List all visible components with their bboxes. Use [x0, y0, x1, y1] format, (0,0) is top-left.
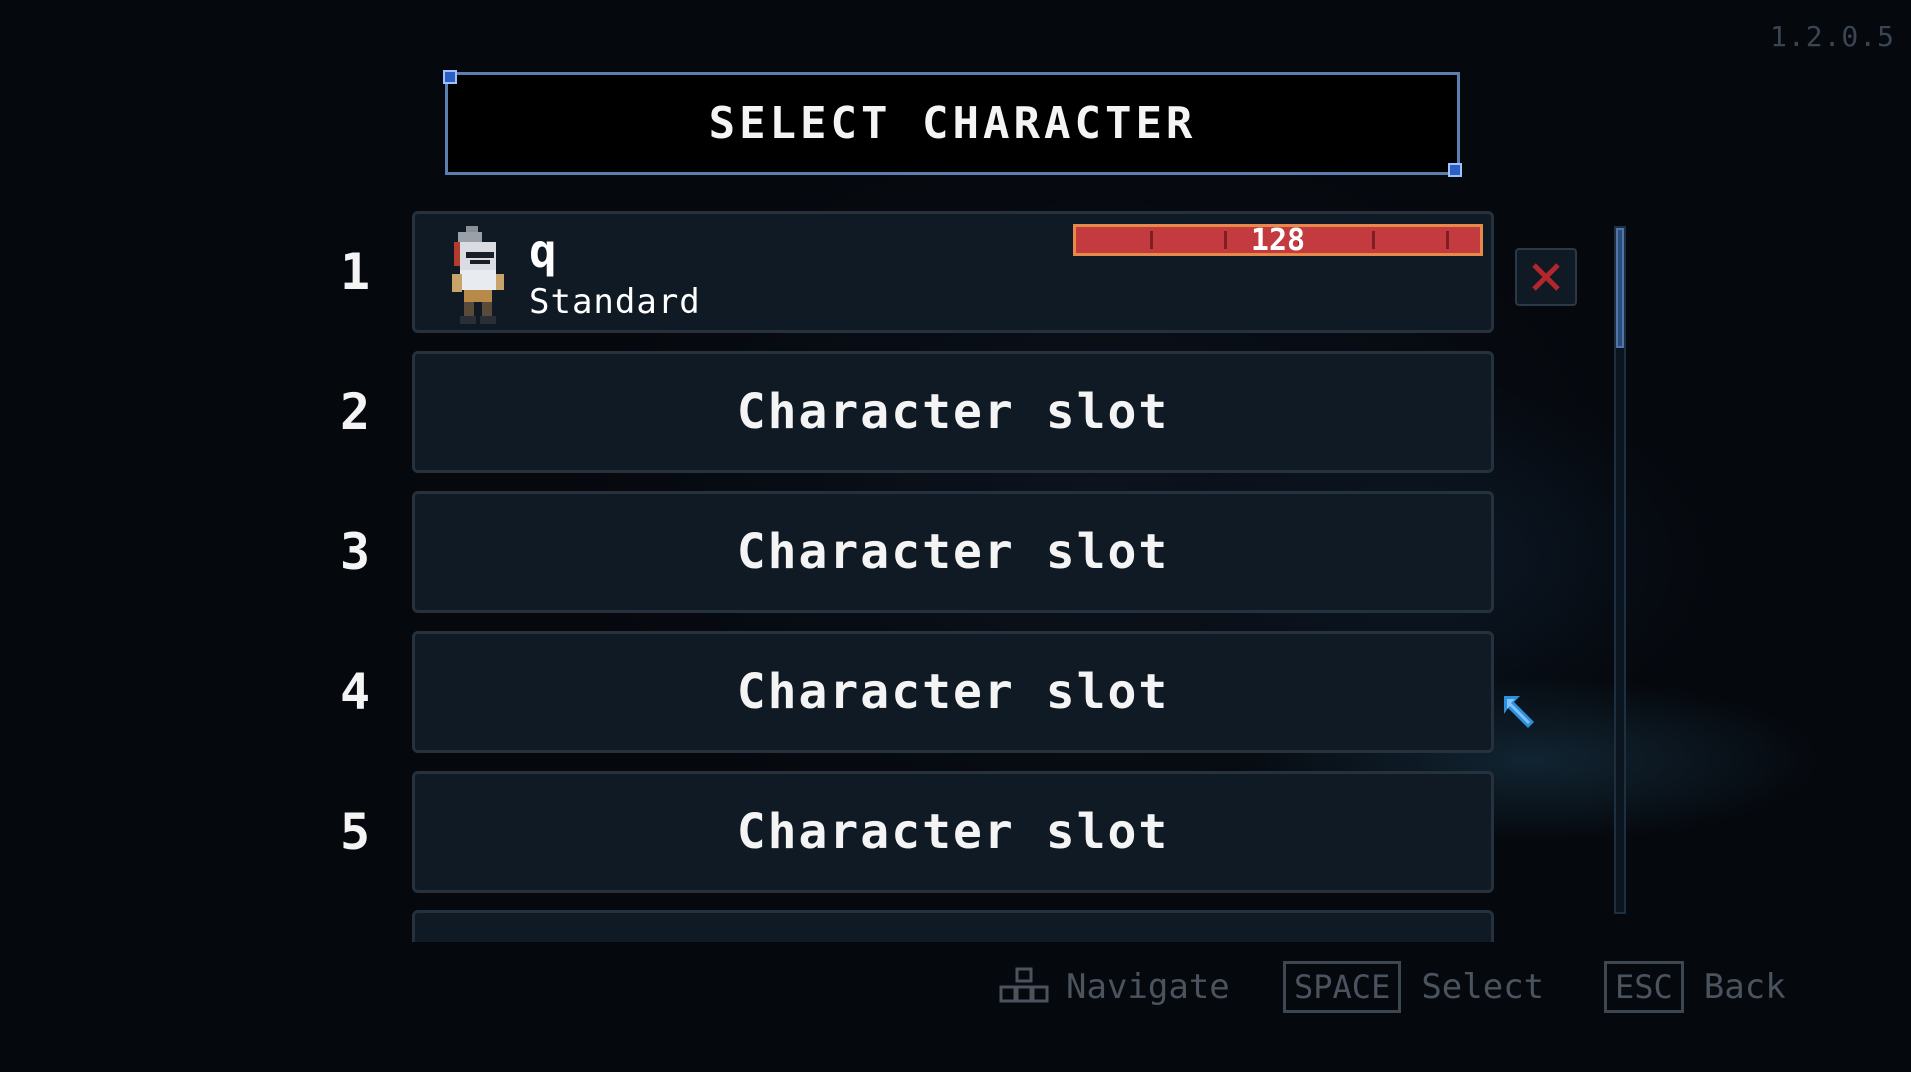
back-label: Back [1703, 967, 1786, 1007]
slot-number-3: 3 [339, 523, 371, 581]
character-slot-3[interactable]: Character slot [412, 491, 1494, 613]
version-label: 1.2.0.5 [1770, 20, 1896, 53]
character-slot-4[interactable]: Character slot [412, 631, 1494, 753]
character-slot-2[interactable]: Character slot [412, 351, 1494, 473]
navigate-hint: Navigate [998, 955, 1230, 1019]
space-key: SPACE [1283, 961, 1402, 1013]
back-hint: ESC Back [1604, 955, 1786, 1019]
character-slot-5[interactable]: Character slot [412, 771, 1494, 893]
slot-label: Character slot [736, 804, 1170, 860]
slot-number-1: 1 [339, 243, 371, 301]
slot-label: Character slot [736, 384, 1170, 440]
character-class: Standard [529, 282, 701, 322]
slot-number-2: 2 [339, 383, 371, 441]
health-value: 128 [1250, 223, 1306, 258]
title-panel: SELECT CHARACTER [443, 70, 1462, 177]
corner-gem-icon [443, 70, 457, 84]
select-label: Select [1421, 967, 1545, 1007]
delete-character-button[interactable] [1515, 248, 1577, 306]
scrollbar[interactable] [1614, 226, 1626, 914]
cursor-arrow-icon [1504, 696, 1534, 728]
knight-avatar-icon [452, 226, 504, 324]
select-hint: SPACE Select [1283, 955, 1544, 1019]
dpad-icon [999, 967, 1049, 1003]
character-slot-6[interactable] [412, 910, 1494, 942]
slot-label: Character slot [736, 664, 1170, 720]
character-slot-1[interactable]: q Standard 128 [412, 211, 1494, 333]
slot-number-4: 4 [339, 663, 371, 721]
character-name: q [529, 224, 557, 278]
navigate-label: Navigate [1066, 967, 1230, 1007]
slot-label: Character slot [736, 524, 1170, 580]
page-title: SELECT CHARACTER [708, 98, 1197, 149]
slot-number-5: 5 [339, 803, 371, 861]
slot-clip [412, 910, 1494, 942]
esc-key: ESC [1604, 961, 1684, 1013]
close-icon [1532, 263, 1560, 291]
corner-gem-icon [1448, 163, 1462, 177]
health-bar: 128 [1073, 223, 1483, 258]
scrollbar-thumb[interactable] [1616, 228, 1624, 348]
